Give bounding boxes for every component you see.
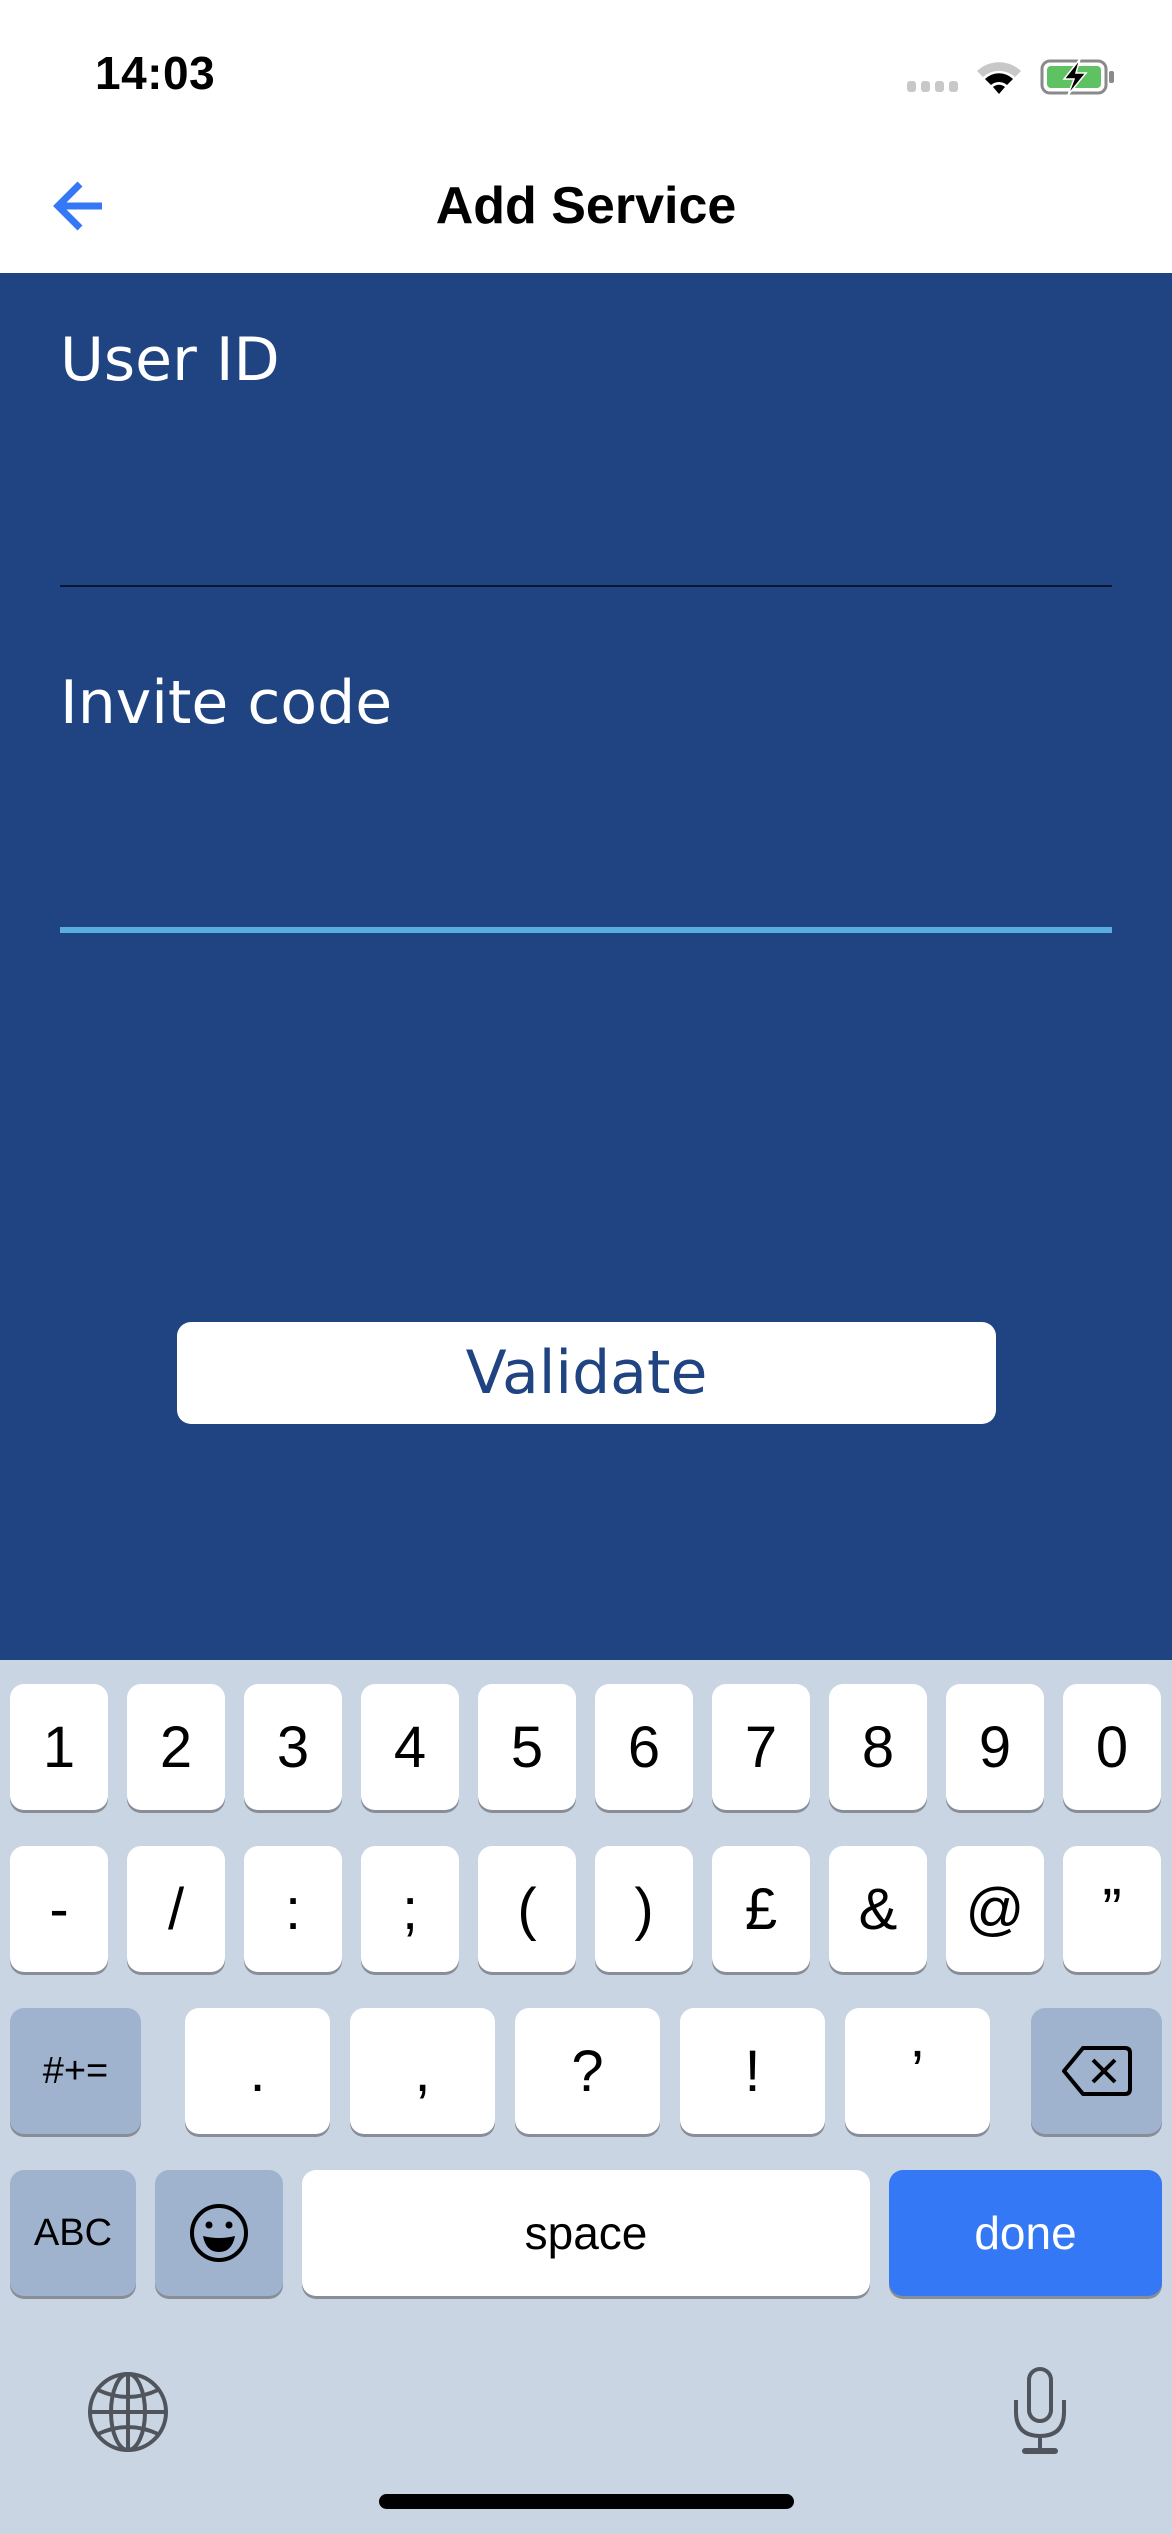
- user-id-input[interactable]: [60, 493, 1112, 583]
- key-row2-6[interactable]: £: [712, 1846, 810, 1972]
- page-title: Add Service: [435, 177, 737, 235]
- home-indicator: [379, 2494, 794, 2509]
- key-more-symbols[interactable]: #+=: [10, 2008, 141, 2134]
- keyboard: #+= ABC space done 1 2 3 4 5 6 7 8 9 0 -…: [0, 1660, 1172, 2534]
- backspace-icon: [1061, 2046, 1132, 2096]
- key-row1-0[interactable]: 1: [10, 1684, 108, 1810]
- key-row3-3[interactable]: !: [680, 2008, 825, 2134]
- key-row1-1[interactable]: 2: [127, 1684, 225, 1810]
- key-row3-4[interactable]: ’: [845, 2008, 990, 2134]
- key-row2-3[interactable]: ;: [361, 1846, 459, 1972]
- key-row2-9[interactable]: ”: [1063, 1846, 1161, 1972]
- emoji-key[interactable]: [155, 2170, 283, 2296]
- key-row3-0[interactable]: .: [185, 2008, 330, 2134]
- status-bar: 14:03: [0, 0, 1172, 150]
- key-row2-8[interactable]: @: [946, 1846, 1044, 1972]
- key-row2-5[interactable]: ): [595, 1846, 693, 1972]
- invite-code-label: Invite code: [60, 668, 393, 738]
- validate-button[interactable]: Validate: [177, 1322, 996, 1424]
- user-id-label: User ID: [60, 325, 280, 395]
- key-row1-8[interactable]: 9: [946, 1684, 1044, 1810]
- key-row3-1[interactable]: ,: [350, 2008, 495, 2134]
- key-row1-4[interactable]: 5: [478, 1684, 576, 1810]
- key-row3-2[interactable]: ?: [515, 2008, 660, 2134]
- key-row2-7[interactable]: &: [829, 1846, 927, 1972]
- done-key[interactable]: done: [889, 2170, 1162, 2296]
- user-id-underline: [60, 585, 1112, 587]
- battery-charging-icon: [1040, 58, 1114, 96]
- key-row1-2[interactable]: 3: [244, 1684, 342, 1810]
- key-row2-1[interactable]: /: [127, 1846, 225, 1972]
- wifi-icon: [977, 62, 1021, 94]
- globe-icon[interactable]: [86, 2370, 170, 2454]
- key-row1-6[interactable]: 7: [712, 1684, 810, 1810]
- status-time: 14:03: [95, 47, 216, 99]
- emoji-icon: [190, 2204, 248, 2262]
- invite-code-underline: [60, 927, 1112, 933]
- navigation-bar: Add Service: [0, 150, 1172, 273]
- key-row1-7[interactable]: 8: [829, 1684, 927, 1810]
- key-row2-0[interactable]: -: [10, 1846, 108, 1972]
- key-abc[interactable]: ABC: [10, 2170, 136, 2296]
- key-row1-9[interactable]: 0: [1063, 1684, 1161, 1810]
- key-row2-4[interactable]: (: [478, 1846, 576, 1972]
- backspace-key[interactable]: [1031, 2008, 1162, 2134]
- key-row1-3[interactable]: 4: [361, 1684, 459, 1810]
- space-key[interactable]: space: [302, 2170, 870, 2296]
- key-row1-5[interactable]: 6: [595, 1684, 693, 1810]
- signal-icon: [907, 81, 958, 92]
- key-row2-2[interactable]: :: [244, 1846, 342, 1972]
- microphone-icon[interactable]: [1010, 2366, 1070, 2456]
- invite-code-input[interactable]: [60, 833, 1112, 923]
- add-service-form: User ID Invite code Validate: [0, 273, 1172, 1660]
